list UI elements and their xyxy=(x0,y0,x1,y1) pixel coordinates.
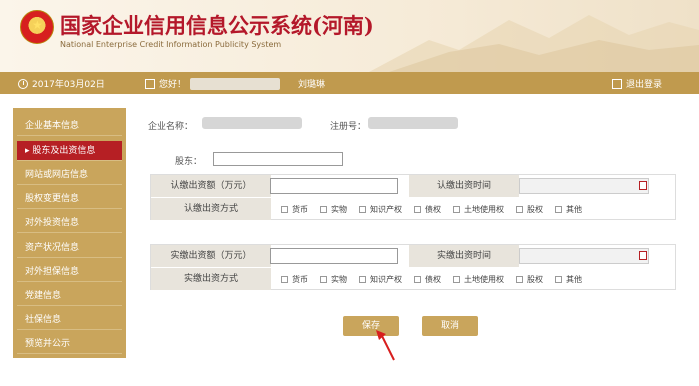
user-greeting: 您好！ 刘璐琳 xyxy=(145,77,325,90)
subscribed-amount-row: 认缴出资额（万元） 认缴出资时间 xyxy=(151,175,677,197)
subscribed-time-label: 认缴出资时间 xyxy=(409,175,519,197)
option-currency[interactable]: 货币 xyxy=(281,204,308,215)
option-goods[interactable]: 实物 xyxy=(320,274,347,285)
redacted-reg-number xyxy=(368,117,458,129)
shareholder-label: 股东： xyxy=(175,157,203,167)
main-content: 企业名称： 注册号： 股东： 认缴出资额（万元） 认缴出资时间 认缴出资方式 货… xyxy=(140,108,685,361)
option-other[interactable]: 其他 xyxy=(555,274,582,285)
sidebar-item-website[interactable]: 网站或网店信息 xyxy=(17,165,122,185)
paid-time-label: 实缴出资时间 xyxy=(409,245,519,267)
option-debt[interactable]: 债权 xyxy=(414,274,441,285)
sidebar-item-shareholder[interactable]: ▸ 股东及出资信息 xyxy=(17,141,122,161)
company-name-label: 企业名称： xyxy=(148,122,194,132)
logout-icon xyxy=(612,78,622,89)
paid-amount-row: 实缴出资额（万元） 实缴出资时间 xyxy=(151,245,677,267)
checkbox[interactable] xyxy=(555,205,562,213)
logout-link[interactable]: 退出登录 xyxy=(612,77,662,90)
top-bar: 2017年03月02日 您好！ 刘璐琳 退出登录 xyxy=(0,72,699,94)
option-other[interactable]: 其他 xyxy=(555,204,582,215)
reg-number-label: 注册号： xyxy=(330,122,367,132)
checkbox[interactable] xyxy=(281,205,288,213)
option-land[interactable]: 土地使用权 xyxy=(453,204,504,215)
checkbox[interactable] xyxy=(516,205,523,213)
checkbox[interactable] xyxy=(555,275,562,283)
option-equity[interactable]: 股权 xyxy=(516,274,543,285)
sidebar-item-assets[interactable]: 资产状况信息 xyxy=(17,238,122,258)
site-header: ★ 国家企业信用信息公示系统(河南) National Enterprise C… xyxy=(0,0,699,72)
sidebar-item-guarantee[interactable]: 对外担保信息 xyxy=(17,262,122,282)
option-equity[interactable]: 股权 xyxy=(516,204,543,215)
checkbox[interactable] xyxy=(320,275,327,283)
sidebar-item-social-security[interactable]: 社保信息 xyxy=(17,310,122,330)
paid-amount-label: 实缴出资额（万元） xyxy=(151,245,271,267)
site-title: 国家企业信用信息公示系统(河南) xyxy=(60,13,374,38)
checkbox[interactable] xyxy=(320,205,327,213)
option-ip[interactable]: 知识产权 xyxy=(359,274,402,285)
sidebar-item-basic-info[interactable]: 企业基本信息 xyxy=(17,116,122,136)
option-goods[interactable]: 实物 xyxy=(320,204,347,215)
sidebar-nav: 企业基本信息 ▸ 股东及出资信息 网站或网店信息 股权变更信息 对外投资信息 资… xyxy=(13,108,126,358)
subscribed-table: 认缴出资额（万元） 认缴出资时间 认缴出资方式 货币 实物 知识产权 债权 土地… xyxy=(150,174,676,220)
subscribed-amount-label: 认缴出资额（万元） xyxy=(151,175,271,197)
sidebar-item-party[interactable]: 党建信息 xyxy=(17,286,122,306)
checkbox[interactable] xyxy=(414,205,421,213)
checkbox[interactable] xyxy=(414,275,421,283)
header-landscape xyxy=(369,15,699,72)
national-emblem-icon: ★ xyxy=(20,10,54,44)
option-land[interactable]: 土地使用权 xyxy=(453,274,504,285)
date-display: 2017年03月02日 xyxy=(18,77,105,90)
user-name: 刘璐琳 xyxy=(298,80,326,90)
sidebar-item-preview[interactable]: 预览并公示 xyxy=(17,334,122,354)
checkbox[interactable] xyxy=(281,275,288,283)
paid-time-input[interactable] xyxy=(519,248,649,264)
redacted-company-name xyxy=(202,117,302,129)
checkbox[interactable] xyxy=(453,205,460,213)
redacted-name xyxy=(190,77,281,90)
subscribed-method-options: 货币 实物 知识产权 债权 土地使用权 股权 其他 xyxy=(281,198,594,220)
option-debt[interactable]: 债权 xyxy=(414,204,441,215)
cancel-button[interactable]: 取消 xyxy=(422,316,478,336)
checkbox[interactable] xyxy=(516,275,523,283)
checkbox[interactable] xyxy=(359,205,366,213)
shareholder-input[interactable] xyxy=(213,152,343,166)
greeting-label: 您好！ xyxy=(159,80,187,90)
sidebar-item-equity-change[interactable]: 股权变更信息 xyxy=(17,189,122,209)
subscribed-method-label: 认缴出资方式 xyxy=(151,198,271,220)
option-ip[interactable]: 知识产权 xyxy=(359,204,402,215)
paid-method-label: 实缴出资方式 xyxy=(151,268,271,290)
calendar-icon[interactable] xyxy=(639,181,647,190)
current-date: 2017年03月02日 xyxy=(32,80,105,90)
option-currency[interactable]: 货币 xyxy=(281,274,308,285)
paid-table: 实缴出资额（万元） 实缴出资时间 实缴出资方式 货币 实物 知识产权 债权 土地… xyxy=(150,244,676,290)
subscribed-method-row: 认缴出资方式 货币 实物 知识产权 债权 土地使用权 股权 其他 xyxy=(151,198,677,220)
site-subtitle: National Enterprise Credit Information P… xyxy=(60,40,282,49)
checkbox[interactable] xyxy=(359,275,366,283)
checkbox[interactable] xyxy=(453,275,460,283)
calendar-icon[interactable] xyxy=(639,251,647,260)
user-icon xyxy=(145,78,155,89)
subscribed-time-input[interactable] xyxy=(519,178,649,194)
logout-label: 退出登录 xyxy=(626,80,663,90)
sidebar-item-investment[interactable]: 对外投资信息 xyxy=(17,213,122,233)
paid-amount-input[interactable] xyxy=(270,248,398,264)
red-arrow-annotation xyxy=(376,330,395,361)
clock-icon xyxy=(18,78,28,89)
subscribed-amount-input[interactable] xyxy=(270,178,398,194)
paid-method-row: 实缴出资方式 货币 实物 知识产权 债权 土地使用权 股权 其他 xyxy=(151,268,677,290)
paid-method-options: 货币 实物 知识产权 债权 土地使用权 股权 其他 xyxy=(281,268,594,290)
